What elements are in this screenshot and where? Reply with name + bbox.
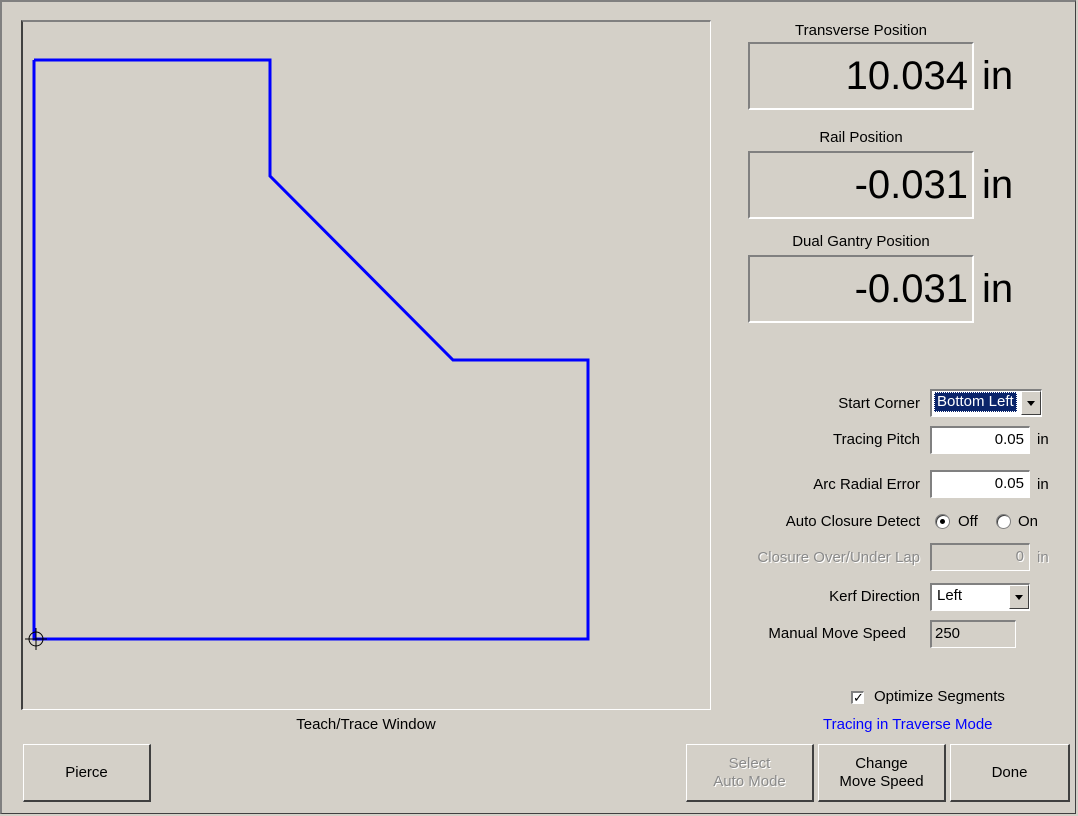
optimize-segments-label: Optimize Segments	[874, 688, 1005, 705]
change-move-speed-button[interactable]: Change Move Speed	[818, 744, 946, 802]
kerf-direction-value: Left	[937, 587, 963, 604]
check-icon: ✓	[853, 690, 864, 705]
start-corner-value: Bottom Left	[934, 392, 1017, 412]
tracing-mode-status: Tracing in Traverse Mode	[823, 716, 993, 733]
start-corner-label: Start Corner	[838, 395, 920, 412]
done-button[interactable]: Done	[950, 744, 1070, 802]
transverse-position-title: Transverse Position	[795, 22, 927, 39]
crosshair-icon	[25, 628, 47, 650]
rail-position-value: -0.031	[748, 151, 974, 219]
trace-path	[32, 58, 590, 641]
rail-position-unit: in	[982, 163, 1014, 207]
closure-lap-unit: in	[1037, 549, 1049, 566]
arc-radial-error-input[interactable]: 0.05	[930, 470, 1030, 498]
closure-lap-label: Closure Over/Under Lap	[757, 549, 920, 566]
arc-radial-error-label: Arc Radial Error	[813, 476, 920, 493]
tracing-pitch-label: Tracing Pitch	[833, 431, 920, 448]
transverse-position-value: 10.034	[748, 42, 974, 110]
auto-closure-off-radio[interactable]	[935, 514, 950, 529]
dual-gantry-position-unit: in	[982, 267, 1014, 311]
start-corner-select[interactable]: Bottom Left	[930, 389, 1042, 417]
auto-closure-on-radio[interactable]	[996, 514, 1011, 529]
transverse-position-unit: in	[982, 54, 1014, 98]
auto-closure-on-label: On	[1018, 513, 1039, 530]
kerf-direction-select[interactable]: Left	[930, 583, 1030, 611]
pierce-button[interactable]: Pierce	[23, 744, 151, 802]
optimize-segments-checkbox[interactable]: ✓	[851, 691, 864, 704]
closure-lap-input: 0	[930, 543, 1030, 571]
arc-radial-error-unit: in	[1037, 476, 1049, 493]
rail-position-title: Rail Position	[819, 129, 903, 146]
dual-gantry-position-title: Dual Gantry Position	[792, 233, 930, 250]
select-auto-mode-button: Select Auto Mode	[686, 744, 814, 802]
tracing-pitch-unit: in	[1037, 431, 1049, 448]
manual-move-speed-label: Manual Move Speed	[768, 625, 906, 642]
kerf-direction-label: Kerf Direction	[829, 588, 920, 605]
manual-move-speed-value: 250	[930, 620, 1016, 648]
dual-gantry-position-value: -0.031	[748, 255, 974, 323]
trace-window-caption: Teach/Trace Window	[296, 716, 436, 733]
auto-closure-detect-label: Auto Closure Detect	[785, 513, 920, 530]
teach-trace-window[interactable]	[21, 20, 711, 710]
trace-canvas	[25, 58, 590, 650]
chevron-down-icon[interactable]	[1021, 391, 1041, 415]
chevron-down-icon[interactable]	[1009, 585, 1029, 609]
tracing-pitch-input[interactable]: 0.05	[930, 426, 1030, 454]
auto-closure-off-label: Off	[958, 513, 978, 530]
